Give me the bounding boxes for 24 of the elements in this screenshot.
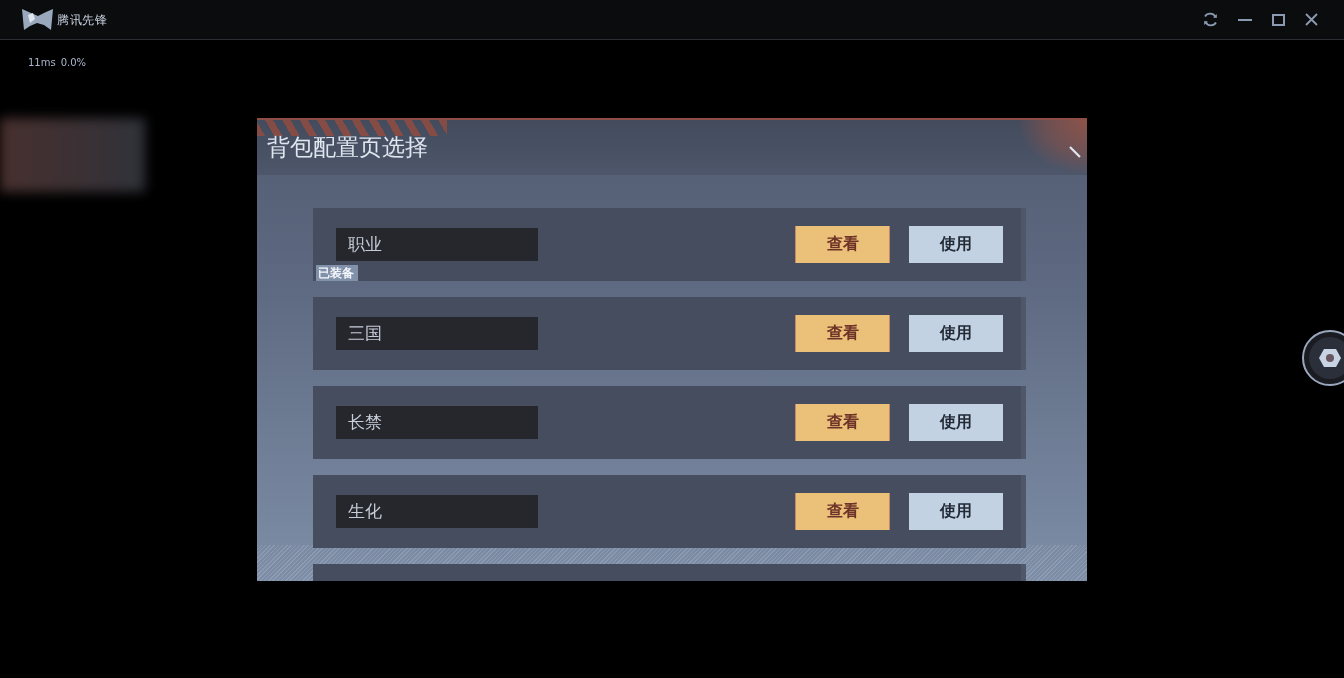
diagonal-stroke-icon: [1069, 146, 1081, 158]
config-name-label: 三国: [336, 317, 538, 350]
use-button[interactable]: 使用: [909, 226, 1003, 263]
use-button[interactable]: 使用: [909, 404, 1003, 441]
config-name-label: 职业: [336, 228, 538, 261]
view-button[interactable]: 查看: [795, 404, 890, 441]
stat-text: 11ms: [28, 57, 56, 69]
config-name-label: 生化: [336, 495, 538, 528]
refresh-icon[interactable]: [1203, 12, 1218, 27]
equipped-badge: 已装备: [316, 265, 358, 281]
view-button[interactable]: 查看: [795, 493, 890, 530]
config-name-label: 长禁: [336, 406, 538, 439]
maximize-icon[interactable]: [1272, 13, 1285, 26]
use-button[interactable]: 使用: [909, 315, 1003, 352]
dialog-title: 背包配置页选择: [267, 132, 428, 161]
app-name: 腾讯先锋: [57, 12, 107, 27]
stat-text: 0.0%: [60, 57, 87, 69]
minimize-icon[interactable]: [1238, 18, 1252, 21]
view-button[interactable]: 查看: [795, 315, 890, 352]
hexagon-button-icon[interactable]: [1302, 330, 1344, 386]
use-button[interactable]: 使用: [909, 493, 1003, 530]
close-icon[interactable]: [1305, 13, 1318, 26]
logo-icon: [22, 9, 53, 30]
view-button[interactable]: 查看: [795, 226, 890, 263]
